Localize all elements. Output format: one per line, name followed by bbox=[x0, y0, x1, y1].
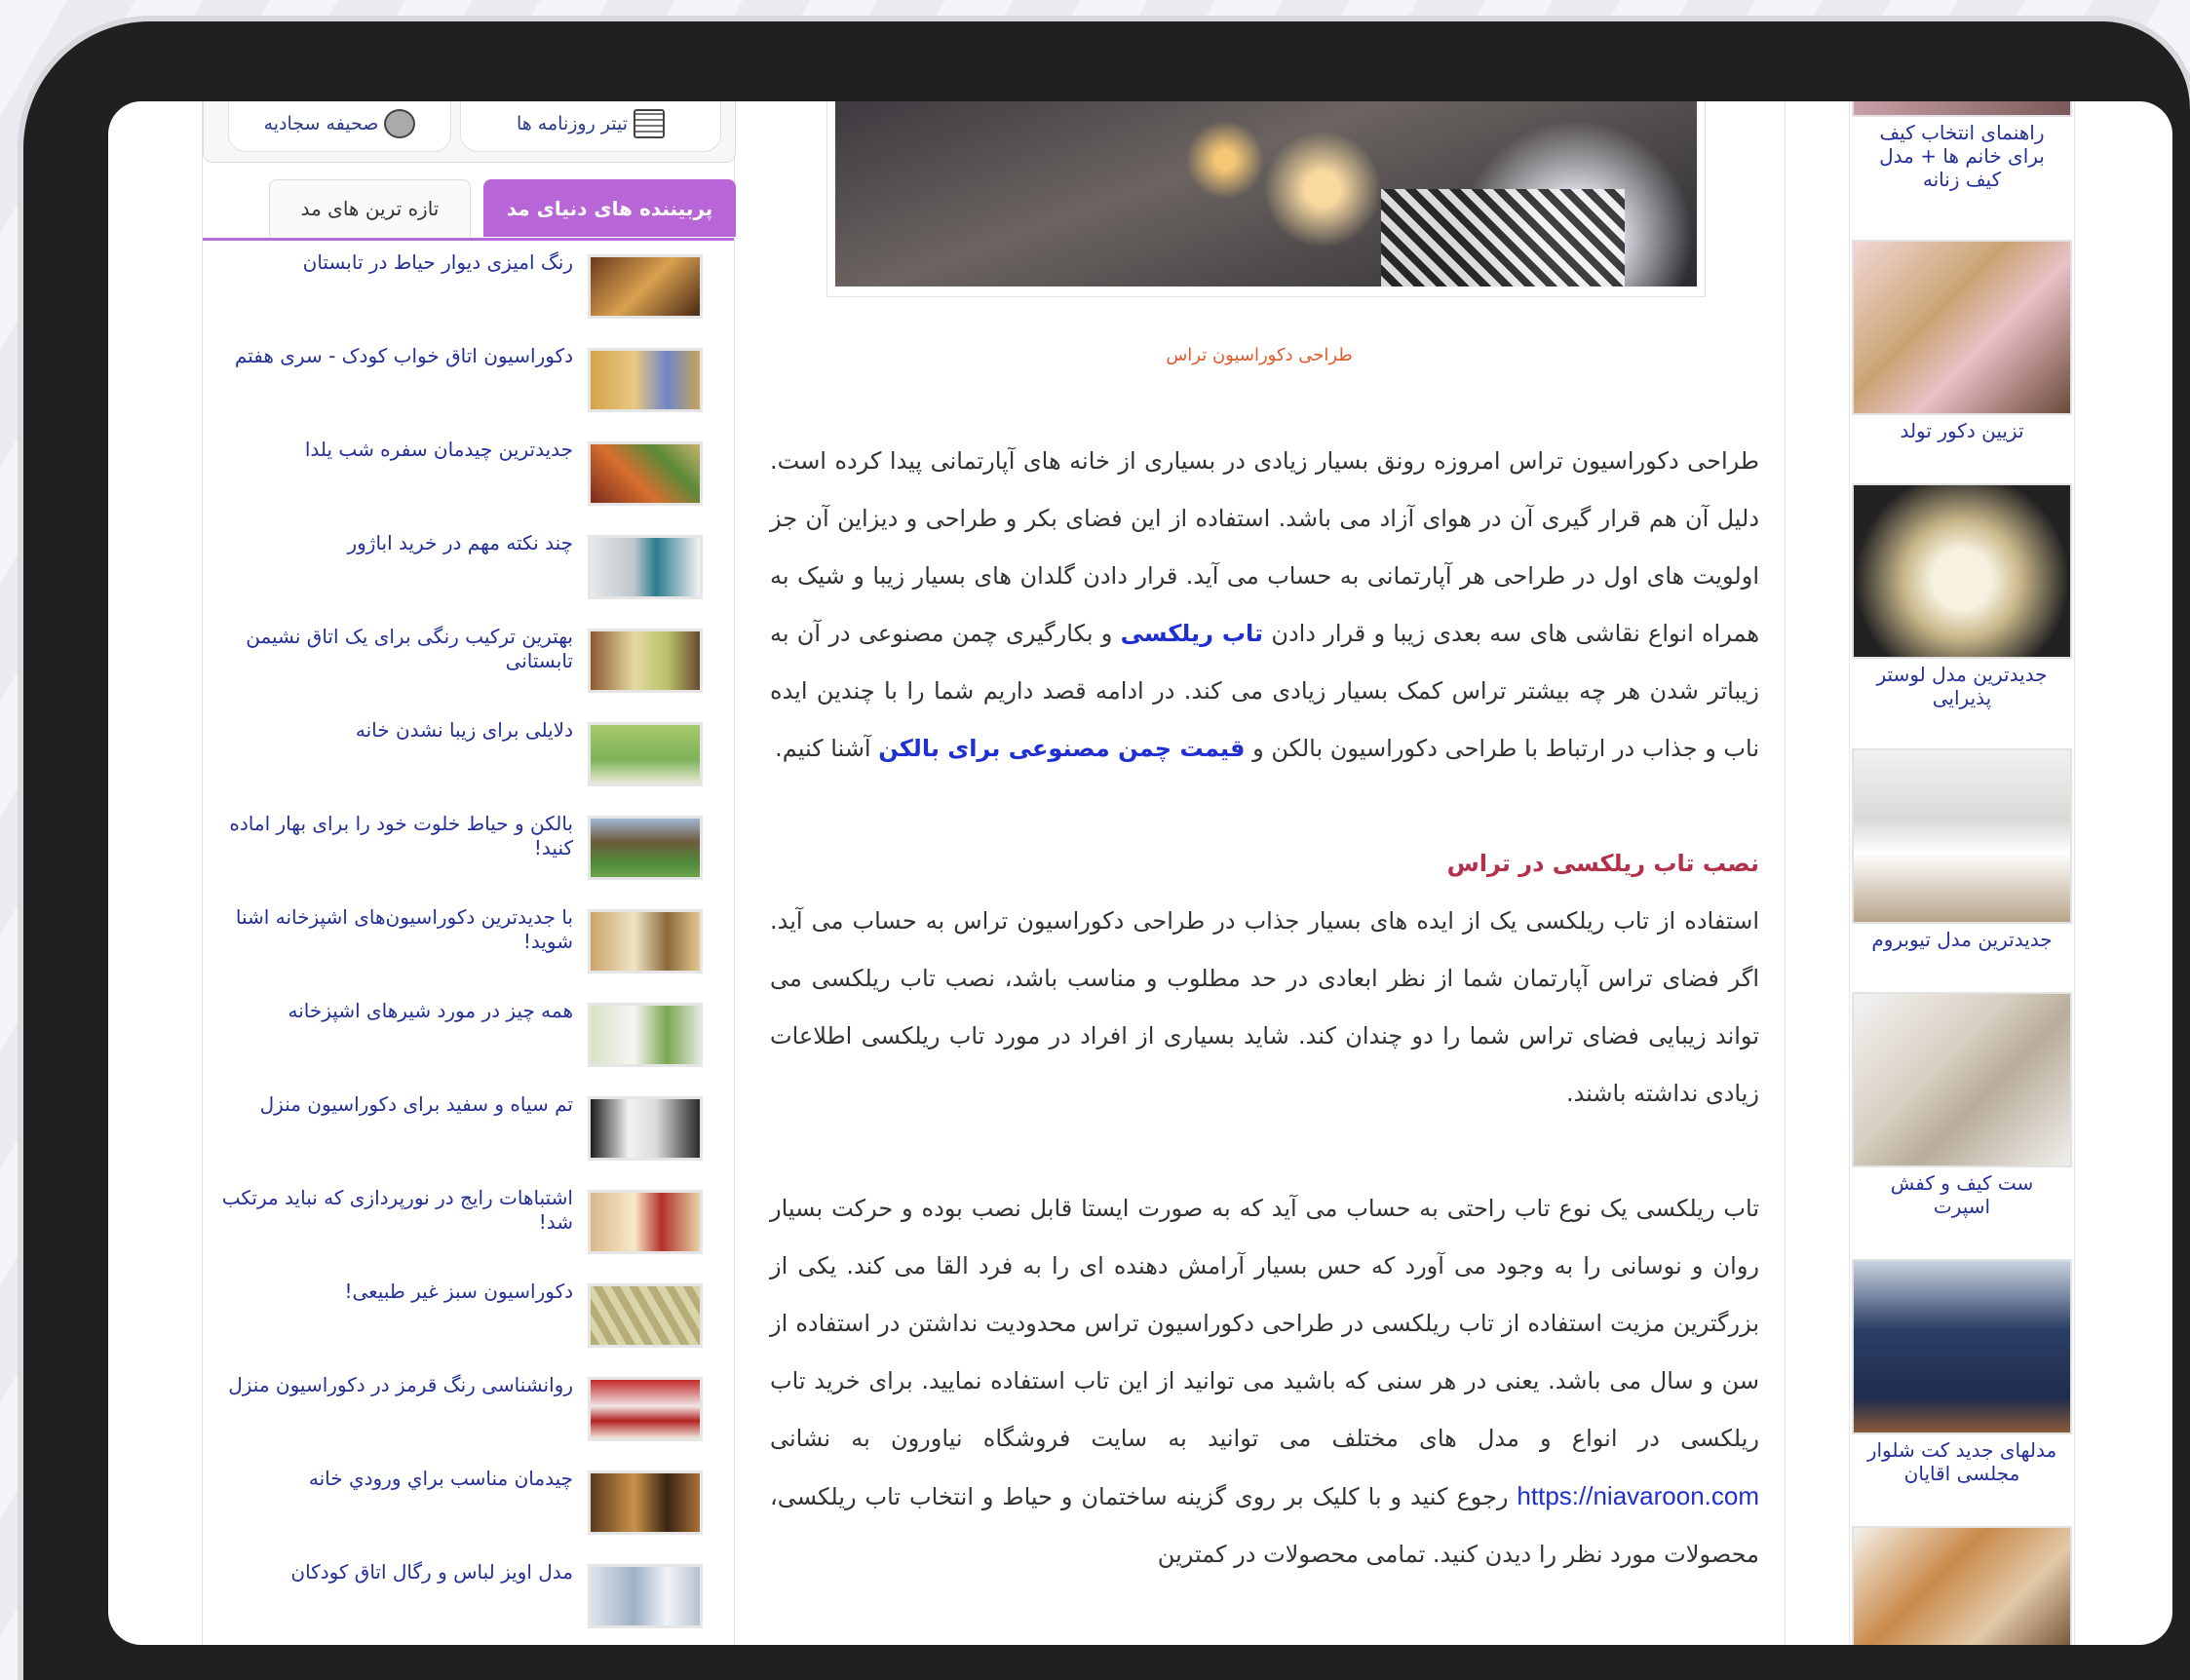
news-thumbnail[interactable] bbox=[588, 1096, 703, 1161]
news-thumbnail[interactable] bbox=[588, 1470, 703, 1535]
relax-swing-link[interactable]: تاب ریلکسی bbox=[1121, 620, 1263, 647]
related-post-image[interactable] bbox=[1852, 992, 2072, 1167]
related-post-title[interactable]: مدلهای جدید کت شلوار مجلسی اقایان bbox=[1850, 1434, 2074, 1489]
newspaper-icon bbox=[634, 109, 666, 138]
news-thumbnail[interactable] bbox=[588, 535, 703, 599]
sahifeh-label: صحیفه سجادیه bbox=[263, 113, 379, 134]
news-title[interactable]: چیدمان مناسب براي ورودي خانه bbox=[212, 1467, 573, 1491]
news-title[interactable]: بالکن و حیاط خلوت خود را برای بهار اماده… bbox=[212, 812, 573, 860]
related-post-title[interactable]: ست کیف و کفش اسپرت bbox=[1850, 1167, 2074, 1222]
news-title[interactable]: مدل اویز لباس و رگال اتاق کودکان bbox=[212, 1560, 573, 1585]
paragraph-intro: طراحی دکوراسیون تراس امروزه رونق بسیار ز… bbox=[770, 433, 1759, 778]
tab-newest[interactable]: تازه ترین های مد bbox=[269, 179, 471, 237]
related-post-title[interactable]: جدیدترین مدل تیوبروم bbox=[1850, 924, 2074, 955]
list-item[interactable]: چیدمان مناسب براي ورودي خانه bbox=[203, 1457, 734, 1550]
news-title[interactable]: چند نکته مهم در خرید اباژور bbox=[212, 531, 573, 555]
news-thumbnail[interactable] bbox=[588, 254, 703, 319]
article-main: طراحی دکوراسیون تراس طراحی دکوراسیون ترا… bbox=[734, 101, 1785, 1645]
related-post[interactable]: راهنمای انتخاب کیف برای خانم ها + مدل کی… bbox=[1850, 101, 2074, 195]
book-icon bbox=[384, 109, 416, 138]
purchase-text-a: تاب ریلکسی یک نوع تاب راحتی به حساب می آ… bbox=[770, 1195, 1759, 1452]
news-title[interactable]: دلایلی برای زیبا نشدن خانه bbox=[212, 718, 573, 743]
list-item[interactable]: دکوراسیون اتاق خواب کودک - سری هفتم bbox=[203, 334, 734, 428]
related-post-title[interactable]: تزیین دکور تولد bbox=[1850, 415, 2074, 446]
news-thumbnail[interactable] bbox=[588, 816, 703, 880]
news-thumbnail[interactable] bbox=[588, 629, 703, 693]
news-thumbnail[interactable] bbox=[588, 348, 703, 412]
niavaroon-link[interactable]: https://niavaroon.com bbox=[1517, 1481, 1759, 1510]
related-post[interactable] bbox=[1850, 1526, 2074, 1645]
news-title[interactable]: دکوراسیون سبز غیر طبیعی! bbox=[212, 1279, 573, 1304]
news-title[interactable]: اشتباهات رایج در نورپردازی که نباید مرتک… bbox=[212, 1186, 573, 1235]
news-title[interactable]: همه چیز در مورد شیرهای اشپزخانه bbox=[212, 999, 573, 1023]
news-thumbnail[interactable] bbox=[588, 722, 703, 786]
news-title[interactable]: روانشناسی رنگ قرمز در دکوراسیون منزل bbox=[212, 1373, 573, 1397]
list-item[interactable]: بهترین ترکیب رنگی برای یک اتاق نشیمن تاب… bbox=[203, 615, 734, 708]
section-heading: نصب تاب ریلکسی در تراس bbox=[1446, 850, 1759, 877]
news-title[interactable]: با جدیدترین دکوراسیون‌های اشپزخانه اشنا … bbox=[212, 905, 573, 954]
news-thumbnail[interactable] bbox=[588, 909, 703, 974]
list-item[interactable]: بالکن و حیاط خلوت خود را برای بهار اماده… bbox=[203, 802, 734, 896]
related-post-image[interactable] bbox=[1852, 748, 2072, 924]
list-item[interactable]: رنگ امیزی دیوار حیاط در تابستان bbox=[203, 241, 734, 334]
list-item[interactable]: روانشناسی رنگ قرمز در دکوراسیون منزل bbox=[203, 1363, 734, 1457]
news-thumbnail[interactable] bbox=[588, 1003, 703, 1067]
news-thumbnail[interactable] bbox=[588, 441, 703, 506]
right-sidebar: راهنمای انتخاب کیف برای خانم ها + مدل کی… bbox=[1785, 101, 2172, 1645]
related-post-image[interactable] bbox=[1852, 1259, 2072, 1434]
news-title[interactable]: جدیدترین چیدمان سفره شب یلدا bbox=[212, 438, 573, 462]
news-title[interactable]: رنگ امیزی دیوار حیاط در تابستان bbox=[212, 250, 573, 275]
left-sidebar: تیتر روزنامه ها صحیفه سجادیه پربیننده ها… bbox=[202, 101, 736, 1645]
intro-text-a: طراحی دکوراسیون تراس امروزه رونق بسیار ز… bbox=[770, 447, 1760, 647]
sahifeh-link[interactable]: صحیفه سجادیه bbox=[228, 101, 451, 152]
browser-screen: تیتر روزنامه ها صحیفه سجادیه پربیننده ها… bbox=[108, 101, 2172, 1645]
related-post-image[interactable] bbox=[1852, 240, 2072, 415]
paragraph-purchase: تاب ریلکسی یک نوع تاب راحتی به حساب می آ… bbox=[770, 1180, 1759, 1584]
list-item[interactable]: با جدیدترین دکوراسیون‌های اشپزخانه اشنا … bbox=[203, 896, 734, 989]
related-post-image[interactable] bbox=[1852, 483, 2072, 659]
list-item[interactable]: تم سیاه و سفید برای دکوراسیون منزل bbox=[203, 1083, 734, 1176]
list-item[interactable]: دکوراسیون سبز غیر طبیعی! bbox=[203, 1270, 734, 1363]
list-item[interactable]: چند نکته مهم در خرید اباژور bbox=[203, 521, 734, 615]
list-item[interactable]: جدیدترین چیدمان سفره شب یلدا bbox=[203, 428, 734, 521]
related-post[interactable]: ست کیف و کفش اسپرت bbox=[1850, 992, 2074, 1222]
related-post-title[interactable]: جدیدترین مدل لوستر پذیرایی bbox=[1850, 659, 2074, 713]
intro-text-c: آشنا کنیم. bbox=[775, 735, 871, 762]
news-thumbnail[interactable] bbox=[588, 1564, 703, 1628]
tab-most-viewed[interactable]: پربیننده های دنیای مد bbox=[483, 179, 736, 237]
list-item[interactable]: مدل اویز لباس و رگال اتاق کودکان bbox=[203, 1550, 734, 1644]
quick-links-box: تیتر روزنامه ها صحیفه سجادیه bbox=[203, 101, 736, 163]
fashion-tabs: پربیننده های دنیای مد تازه ترین های مد bbox=[203, 179, 736, 241]
headlines-link[interactable]: تیتر روزنامه ها bbox=[460, 101, 721, 152]
news-thumbnail[interactable] bbox=[588, 1377, 703, 1441]
news-thumbnail[interactable] bbox=[588, 1190, 703, 1254]
related-posts-column: راهنمای انتخاب کیف برای خانم ها + مدل کی… bbox=[1849, 101, 2075, 1645]
paragraph-swing: استفاده از تاب ریلکسی یک از ایده های بسی… bbox=[770, 907, 1759, 1107]
related-post[interactable]: جدیدترین مدل تیوبروم bbox=[1850, 748, 2074, 955]
related-post[interactable]: مدلهای جدید کت شلوار مجلسی اقایان bbox=[1850, 1259, 2074, 1489]
headlines-label: تیتر روزنامه ها bbox=[516, 113, 629, 134]
article-body: طراحی دکوراسیون تراس امروزه رونق بسیار ز… bbox=[770, 433, 1759, 1584]
hero-image-frame bbox=[826, 101, 1706, 297]
related-post-image[interactable] bbox=[1852, 1526, 2072, 1645]
news-list: رنگ امیزی دیوار حیاط در تابستان دکوراسیو… bbox=[203, 241, 734, 1644]
tablet-frame: تیتر روزنامه ها صحیفه سجادیه پربیننده ها… bbox=[23, 21, 2190, 1680]
list-item[interactable]: اشتباهات رایج در نورپردازی که نباید مرتک… bbox=[203, 1176, 734, 1270]
related-post-title[interactable]: راهنمای انتخاب کیف برای خانم ها + مدل کی… bbox=[1850, 117, 2074, 195]
related-post[interactable]: جدیدترین مدل لوستر پذیرایی bbox=[1850, 483, 2074, 713]
related-post-image[interactable] bbox=[1852, 101, 2072, 117]
image-caption: طراحی دکوراسیون تراس bbox=[1166, 345, 1353, 365]
news-title[interactable]: بهترین ترکیب رنگی برای یک اتاق نشیمن تاب… bbox=[212, 625, 573, 673]
artificial-grass-price-link[interactable]: قیمت چمن مصنوعی برای بالکن bbox=[878, 735, 1245, 762]
news-title[interactable]: تم سیاه و سفید برای دکوراسیون منزل bbox=[212, 1092, 573, 1117]
rug-pattern bbox=[1381, 189, 1625, 286]
terrace-hero-image bbox=[835, 101, 1697, 286]
list-item[interactable]: دلایلی برای زیبا نشدن خانه bbox=[203, 708, 734, 802]
news-title[interactable]: دکوراسیون اتاق خواب کودک - سری هفتم bbox=[212, 344, 573, 368]
list-item[interactable]: همه چیز در مورد شیرهای اشپزخانه bbox=[203, 989, 734, 1083]
related-post[interactable]: تزیین دکور تولد bbox=[1850, 240, 2074, 446]
news-thumbnail[interactable] bbox=[588, 1283, 703, 1348]
